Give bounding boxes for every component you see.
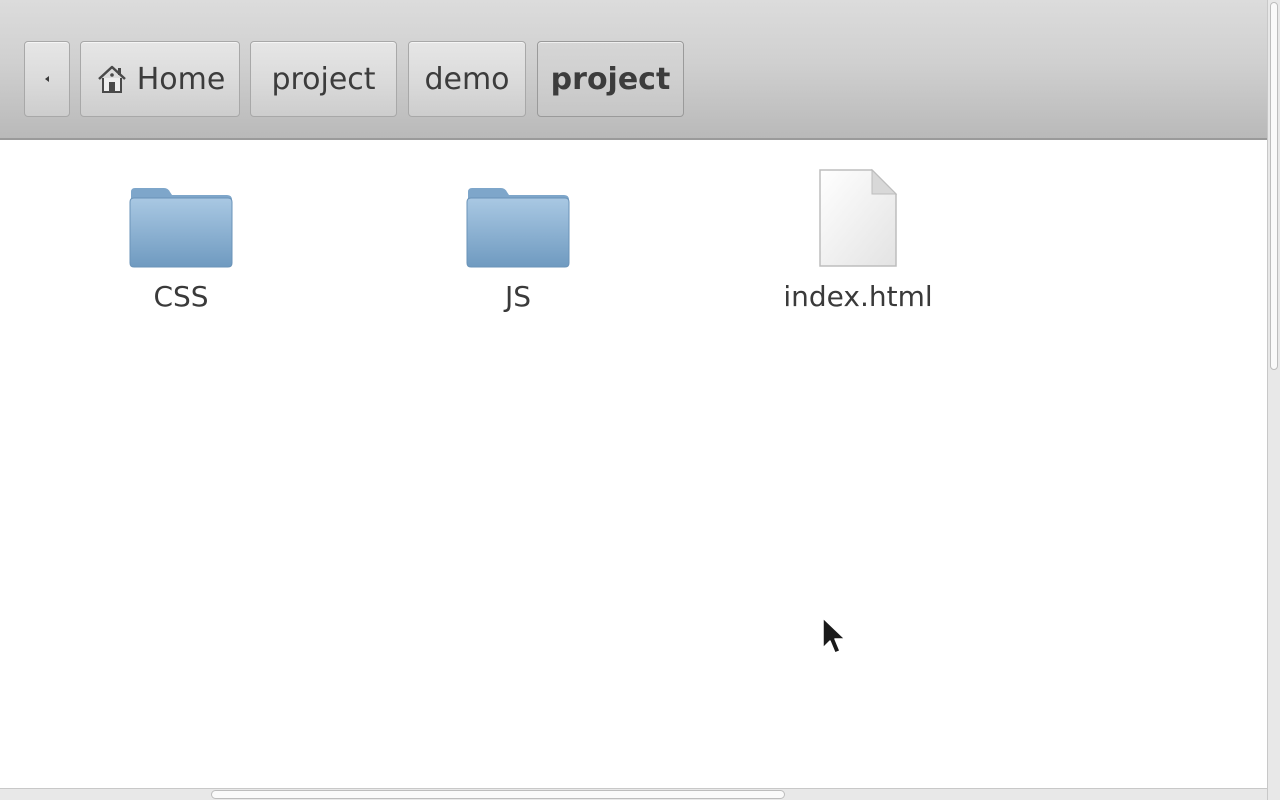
folder-icon (466, 188, 570, 268)
breadcrumb-label: project (550, 61, 671, 97)
file-name: CSS (153, 280, 209, 313)
file-name: index.html (783, 280, 933, 313)
breadcrumb-home-label: Home (136, 61, 226, 97)
file-item-js-folder[interactable]: JS (408, 158, 628, 313)
left-arrow-icon (45, 76, 49, 82)
document-icon (819, 168, 898, 267)
file-item-index-html[interactable]: index.html (748, 158, 968, 313)
breadcrumb-project-button[interactable]: project (250, 41, 397, 117)
document-icon-wrap (748, 158, 968, 268)
breadcrumb-back-button[interactable] (24, 41, 70, 117)
file-manager-window: Home project demo project CSS JS index.h… (0, 0, 1280, 800)
vertical-scrollbar-thumb[interactable] (1270, 2, 1278, 370)
folder-icon-wrap (408, 158, 628, 268)
file-view[interactable]: CSS JS index.html (0, 142, 1266, 788)
vertical-scrollbar[interactable] (1267, 0, 1280, 800)
horizontal-scrollbar[interactable] (0, 788, 1267, 800)
mouse-pointer-icon (822, 617, 846, 654)
file-name: JS (504, 280, 532, 313)
horizontal-scrollbar-thumb[interactable] (211, 790, 785, 799)
breadcrumb-demo-button[interactable]: demo (408, 41, 526, 117)
folder-icon (129, 188, 233, 268)
breadcrumb-label: demo (424, 61, 510, 97)
breadcrumb-home-button[interactable]: Home (80, 41, 240, 117)
file-item-css-folder[interactable]: CSS (71, 158, 291, 313)
breadcrumb-label: project (271, 61, 376, 97)
location-toolbar: Home project demo project (0, 0, 1268, 140)
home-icon (97, 65, 126, 93)
breadcrumb-current-project-button[interactable]: project (537, 41, 684, 117)
folder-icon-wrap (71, 158, 291, 268)
